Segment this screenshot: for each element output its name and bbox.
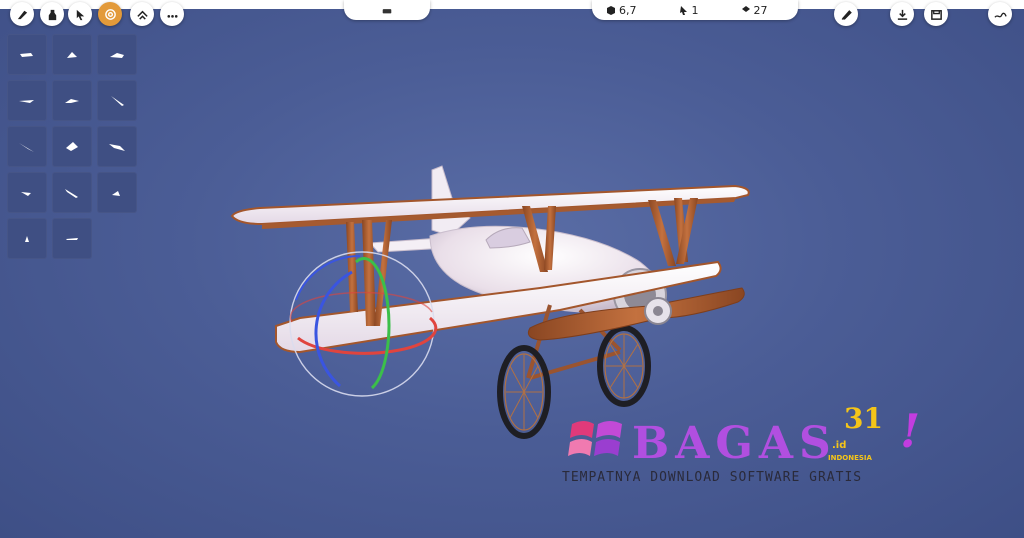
watermark-number: 31: [844, 402, 883, 435]
watermark-suffix: .id: [832, 440, 847, 451]
watermark-country: INDONESIA: [828, 454, 872, 462]
watermark-exclaim: !: [900, 404, 921, 458]
watermark: BAGAS 31 .id INDONESIA ! TEMPATNYA DOWNL…: [560, 400, 940, 500]
left-wheel: [497, 345, 551, 439]
watermark-tagline: TEMPATNYA DOWNLOAD SOFTWARE GRATIS: [562, 470, 863, 485]
watermark-brand: BAGAS: [632, 418, 837, 469]
right-wheel: [597, 325, 651, 407]
windows-flag-icon: [568, 421, 622, 456]
hub-center: [653, 306, 663, 316]
